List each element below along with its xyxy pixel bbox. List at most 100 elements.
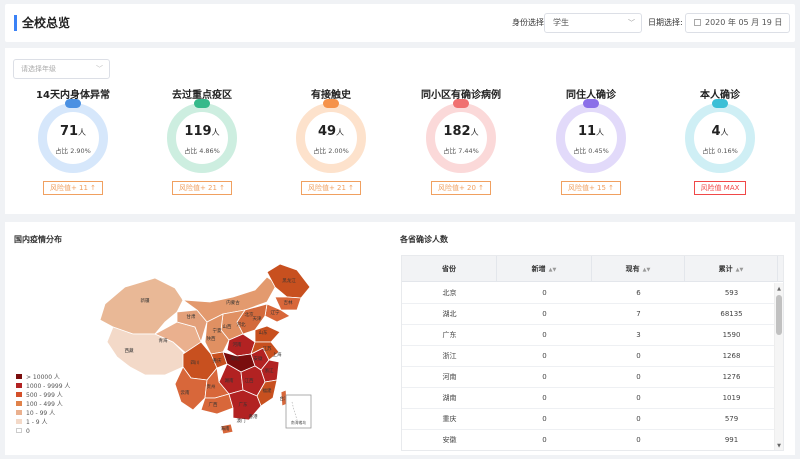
legend-item[interactable]: 10 - 99 人 — [16, 409, 70, 418]
stat-percentage: 占比 0.45% — [573, 147, 609, 155]
map-place-label: 湖北 — [231, 355, 240, 362]
table-row[interactable]: 浙江 0 0 1268 — [402, 346, 776, 367]
legend-swatch — [16, 428, 22, 433]
legend-swatch — [16, 410, 22, 415]
stat-value: 119人 — [184, 124, 220, 139]
table-cell: 湖北 — [442, 310, 457, 318]
map-place-label: 广东 — [239, 401, 248, 408]
stat-card: 本人确诊 4人 占比 0.16% 风险值 MAX — [665, 86, 775, 195]
risk-badge: 风险值+ 20 ↑ — [430, 181, 492, 195]
table-cell: 6 — [636, 289, 641, 297]
stat-percentage: 占比 4.86% — [184, 147, 220, 155]
table-cell: 1019 — [722, 394, 741, 402]
stat-ring: 49人 占比 2.00% — [296, 99, 366, 173]
table-cell: 0 — [636, 352, 641, 360]
stat-ring: 182人占比 7.44% — [426, 99, 496, 173]
map-place-label: 上海 — [273, 351, 282, 358]
table-cell: 广东 — [442, 331, 457, 339]
table-row[interactable]: 河南 0 0 1276 — [402, 367, 776, 388]
stat-ring: 71人 占比 2.90% — [38, 99, 108, 173]
table-header: 省份 新增 ▲▼ 现有 ▲▼ 累计 ▲▼ — [402, 256, 783, 282]
table-cell: 安徽 — [442, 436, 457, 444]
scroll-down-icon[interactable]: ▼ — [775, 442, 783, 450]
map-place-label: 吉林 — [284, 299, 293, 306]
identity-label: 身份选择: — [512, 18, 547, 27]
distribution-panel: 国内疫情分布 新疆 西藏 青海 甘肃 内蒙古 黑龙江 吉林 辽宁 北京 天津 河… — [5, 222, 795, 455]
map-place-label: 江苏 — [263, 345, 272, 352]
table-cell: 0 — [636, 415, 641, 423]
stat-card: 去过重点疫区 119人 占比 4.86% 风险值+ 21 ↑ — [147, 86, 257, 195]
scrollbar-thumb[interactable] — [776, 295, 782, 335]
grade-select[interactable]: 请选择年级 ﹀ — [13, 59, 110, 79]
identity-select[interactable]: 学生 ﹀ — [544, 13, 642, 33]
table-row[interactable]: 湖南 0 0 1019 — [402, 388, 776, 409]
map-legend: > 10000 人 1000 - 9999 人 500 - 999 人 100 - 4… — [16, 373, 70, 436]
map-place-label: 天津 — [253, 315, 262, 322]
table-scrollbar[interactable]: ▲ ▼ — [774, 283, 783, 450]
table-cell: 0 — [542, 373, 547, 381]
map-place-label: 河北 — [237, 321, 246, 328]
legend-swatch — [16, 383, 22, 388]
scroll-up-icon[interactable]: ▲ — [775, 285, 783, 293]
col-header-total[interactable]: 累计 ▲▼ — [685, 256, 778, 282]
table-cell: 0 — [542, 352, 547, 360]
map-place-label: 宁夏 — [213, 327, 222, 334]
legend-swatch — [16, 401, 22, 406]
legend-swatch — [16, 392, 22, 397]
stat-percentage: 占比 7.44% — [443, 147, 479, 155]
stat-ring-marker — [323, 99, 339, 108]
legend-item[interactable]: > 10000 人 — [16, 373, 70, 382]
table-cell: 0 — [542, 310, 547, 318]
stat-ring-marker — [712, 99, 728, 108]
legend-item[interactable]: 100 - 499 人 — [16, 400, 70, 409]
legend-item[interactable]: 1 - 9 人 — [16, 418, 70, 427]
table-row[interactable]: 安徽 0 0 991 — [402, 430, 776, 450]
stat-value: 182人 — [443, 124, 479, 139]
map-place-label: 贵州 — [207, 383, 216, 390]
stat-value: 49人 — [317, 124, 345, 139]
identity-value: 学生 — [553, 18, 569, 27]
legend-swatch — [16, 374, 22, 379]
risk-badge: 风险值+ 11 ↑ — [42, 181, 104, 195]
table-cell: 河南 — [442, 373, 457, 381]
table-row[interactable]: 重庆 0 0 579 — [402, 409, 776, 430]
legend-item[interactable]: 500 - 999 人 — [16, 391, 70, 400]
stat-ring: 11人占比 0.45% — [556, 99, 626, 173]
map-place-label: 云南 — [181, 389, 190, 396]
table-cell: 593 — [724, 289, 739, 297]
sort-icon: ▲▼ — [642, 267, 651, 273]
stat-ring-marker — [583, 99, 599, 108]
col-header-province: 省份 — [402, 256, 497, 282]
title-accent-bar — [14, 15, 17, 31]
map-place-label: 广西 — [209, 401, 218, 408]
map-place-label: 黑龙江 — [282, 277, 296, 284]
legend-item[interactable]: 1000 - 9999 人 — [16, 382, 70, 391]
date-picker[interactable]: 2020 年 05 月 19 日 — [685, 13, 790, 33]
stat-card: 同小区有确诊病例 182人 占比 7.44% 风险值+ 20 ↑ — [406, 86, 516, 195]
stat-ring-marker — [194, 99, 210, 108]
risk-badge: 风险值+ 15 ↑ — [560, 181, 622, 195]
table-row[interactable]: 湖北 0 7 68135 — [402, 304, 776, 325]
map-place-label: 陕西 — [207, 335, 216, 342]
table-cell: 北京 — [442, 289, 457, 297]
table-cell: 重庆 — [442, 415, 457, 423]
col-header-new[interactable]: 新增 ▲▼ — [497, 256, 592, 282]
stat-title: 14天内身体异常 — [36, 90, 110, 101]
table-title: 各省确诊人数 — [400, 235, 448, 244]
legend-item[interactable]: 0 — [16, 427, 70, 436]
stat-value: 11人 — [577, 124, 605, 139]
inset-label: 南海诸岛 — [291, 420, 306, 425]
map-place-label: 香港 — [249, 413, 258, 420]
stat-title: 同小区有确诊病例 — [421, 90, 501, 101]
table-row[interactable]: 北京 0 6 593 — [402, 283, 776, 304]
stat-ring-marker — [453, 99, 469, 108]
map-place-label: 甘肃 — [187, 313, 196, 320]
stat-card: 有接触史 49人 占比 2.00% 风险值+ 21 ↑ — [276, 86, 386, 195]
grade-placeholder: 请选择年级 — [21, 65, 56, 73]
map-place-label: 江西 — [245, 377, 254, 384]
table-cell: 0 — [636, 436, 641, 444]
map-place-label: 海南 — [221, 425, 230, 432]
table-cell: 0 — [542, 289, 547, 297]
table-row[interactable]: 广东 0 3 1590 — [402, 325, 776, 346]
col-header-current[interactable]: 现有 ▲▼ — [592, 256, 685, 282]
